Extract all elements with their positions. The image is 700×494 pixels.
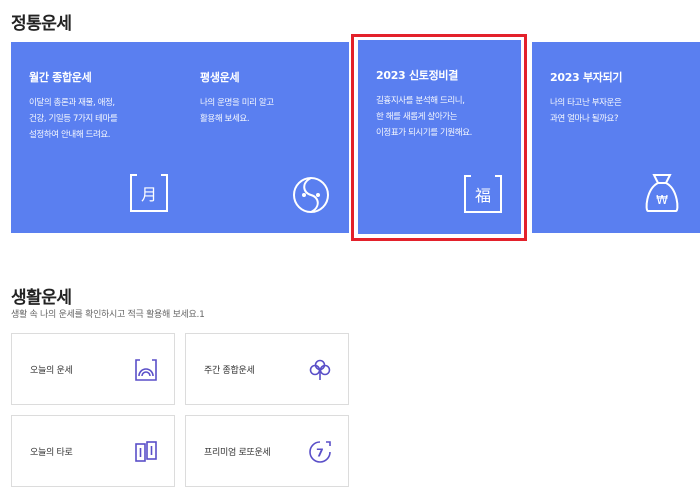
card-wealth-fortune[interactable]: 2023 부자되기 나의 타고난 부자운은 과연 얼마나 될까요? ₩: [532, 42, 700, 233]
tile-premium-lotto[interactable]: 프리미엄 로또운세 7: [185, 415, 349, 487]
highlight-frame: [351, 34, 527, 241]
card-description: 나의 운명을 미리 알고 활용해 보세요.: [200, 98, 274, 124]
tile-label: 오늘의 운세: [30, 366, 73, 376]
card-lifetime-fortune[interactable]: 평생운세 나의 운명을 미리 알고 활용해 보세요.: [182, 42, 349, 233]
svg-text:₩: ₩: [656, 193, 668, 207]
tile-weekly-fortune[interactable]: 주간 종합운세: [185, 333, 349, 405]
calendar-moon-icon: 月: [130, 174, 168, 212]
card-monthly-fortune[interactable]: 월간 종합운세 이달의 총론과 재물, 애정, 건강, 기일등 7가지 테마를 …: [11, 42, 187, 233]
tile-label: 오늘의 타로: [30, 448, 73, 458]
lotto-seven-icon: 7: [309, 441, 331, 463]
card-title: 평생운세: [200, 71, 240, 84]
card-description: 이달의 총론과 재물, 애정, 건강, 기일등 7가지 테마를 설정하여 안내해…: [29, 98, 118, 140]
svg-text:月: 月: [141, 185, 157, 204]
section-title-life: 생활운세: [11, 288, 72, 308]
section-title-fortune: 정통운세: [11, 14, 72, 34]
sunrise-frame-icon: [135, 359, 157, 381]
tile-label: 프리미엄 로또운세: [204, 448, 271, 458]
tarot-cards-icon: [135, 441, 157, 462]
card-title: 월간 종합운세: [29, 71, 92, 84]
tile-today-fortune[interactable]: 오늘의 운세: [11, 333, 175, 405]
tile-label: 주간 종합운세: [204, 366, 255, 376]
yin-yang-face-icon: [293, 177, 329, 213]
section-description: 생활 속 나의 운세를 확인하시고 적극 활용해 보세요.1: [11, 310, 205, 320]
money-bag-icon: ₩: [645, 174, 679, 212]
svg-text:7: 7: [316, 447, 324, 460]
clover-icon: [309, 359, 331, 380]
tile-today-tarot[interactable]: 오늘의 타로: [11, 415, 175, 487]
card-title: 2023 부자되기: [550, 71, 623, 84]
card-description: 나의 타고난 부자운은 과연 얼마나 될까요?: [550, 98, 622, 124]
